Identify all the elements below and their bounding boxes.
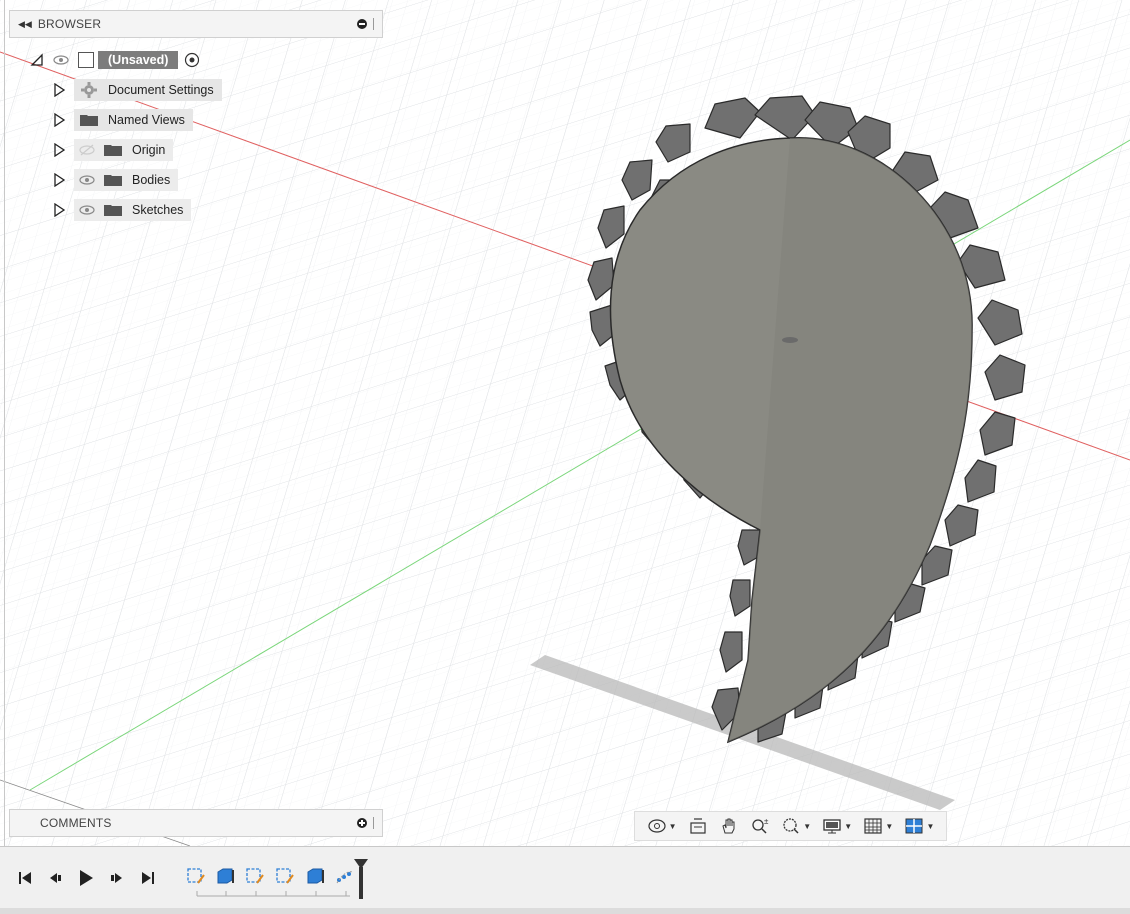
status-strip xyxy=(0,908,1130,914)
named-views-pill[interactable]: Named Views xyxy=(74,109,193,131)
origin-pill[interactable]: Origin xyxy=(74,139,174,161)
named-views-label: Named Views xyxy=(108,113,185,127)
fit-tool[interactable]: ▼ xyxy=(781,817,811,835)
expand-triangle-icon[interactable] xyxy=(52,203,66,217)
expand-triangle-icon[interactable] xyxy=(52,143,66,157)
orbit-icon xyxy=(647,819,666,833)
browser-item-document-settings[interactable]: Document Settings xyxy=(52,79,222,101)
browser-item-named-views[interactable]: Named Views xyxy=(52,109,193,131)
timeline-rail xyxy=(196,891,350,897)
collapse-double-chevron-icon[interactable]: ◀◀ xyxy=(18,19,32,30)
hidden-eye-icon[interactable] xyxy=(78,144,96,156)
extrude-feature-icon[interactable] xyxy=(305,866,325,886)
chevron-down-icon[interactable]: ▼ xyxy=(844,822,852,831)
timeline-panel xyxy=(0,846,1130,909)
browser-item-bodies[interactable]: Bodies xyxy=(52,169,179,191)
grid-settings-tool[interactable]: ▼ xyxy=(863,817,893,835)
folder-icon xyxy=(102,143,124,157)
origin-label: Origin xyxy=(132,143,166,157)
fit-icon xyxy=(783,818,799,834)
viewports-icon xyxy=(905,818,923,834)
sketches-pill[interactable]: Sketches xyxy=(74,199,192,221)
go-to-start-button[interactable] xyxy=(16,869,34,887)
sketch-feature-icon[interactable] xyxy=(186,866,206,886)
document-settings-pill[interactable]: Document Settings xyxy=(74,79,222,101)
chevron-down-icon[interactable]: ▼ xyxy=(669,822,677,831)
grid-settings-icon xyxy=(864,818,882,834)
pan-icon[interactable] xyxy=(719,817,739,835)
svg-text:±: ± xyxy=(764,817,769,826)
chevron-down-icon[interactable]: ▼ xyxy=(803,822,811,831)
browser-panel-header[interactable]: ◀◀ BROWSER xyxy=(9,10,383,38)
play-icon xyxy=(80,870,93,886)
component-icon xyxy=(78,52,94,68)
chevron-down-icon[interactable]: ▼ xyxy=(926,822,934,831)
comments-title: COMMENTS xyxy=(40,816,112,830)
go-to-start-icon xyxy=(19,872,31,884)
comments-panel-header[interactable]: COMMENTS xyxy=(9,809,383,837)
browser-root-row[interactable]: (Unsaved) xyxy=(30,49,200,71)
display-settings-icon xyxy=(823,819,841,834)
look-at-icon[interactable] xyxy=(688,817,708,835)
folder-icon xyxy=(102,203,124,217)
expand-triangle-icon[interactable] xyxy=(52,83,66,97)
sketch-feature-icon[interactable] xyxy=(275,866,295,886)
gear-icon xyxy=(78,82,100,98)
add-comment-icon[interactable] xyxy=(357,818,367,828)
extrude-feature-icon[interactable] xyxy=(215,866,235,886)
step-forward-icon xyxy=(111,873,122,883)
folder-icon xyxy=(102,173,124,187)
browser-item-sketches[interactable]: Sketches xyxy=(52,199,192,221)
go-to-end-button[interactable] xyxy=(139,869,157,887)
step-back-button[interactable] xyxy=(46,869,64,887)
visibility-eye-icon[interactable] xyxy=(78,204,96,216)
orbit-tool[interactable]: ▼ xyxy=(647,817,677,835)
step-back-icon xyxy=(50,873,61,883)
sketches-label: Sketches xyxy=(132,203,184,217)
bodies-pill[interactable]: Bodies xyxy=(74,169,179,191)
browser-title: BROWSER xyxy=(37,17,102,31)
visibility-eye-icon[interactable] xyxy=(78,174,96,186)
browser-item-origin[interactable]: Origin xyxy=(52,139,174,161)
chevron-down-icon[interactable]: ▼ xyxy=(885,822,893,831)
expand-triangle-icon[interactable] xyxy=(52,173,66,187)
display-settings-tool[interactable]: ▼ xyxy=(822,817,852,835)
panel-grip-icon[interactable] xyxy=(373,18,376,30)
visibility-eye-icon[interactable] xyxy=(52,54,70,66)
folder-icon xyxy=(78,113,100,127)
go-to-end-icon xyxy=(142,872,154,884)
play-button[interactable] xyxy=(77,869,95,887)
origin-point xyxy=(782,337,798,343)
sketch-feature-icon[interactable] xyxy=(245,866,265,886)
step-forward-button[interactable] xyxy=(108,869,126,887)
viewport-left-edge xyxy=(4,0,5,846)
zoom-icon[interactable]: ± xyxy=(750,817,770,835)
navigation-toolbar: ▼ ± ▼ ▼ ▼ ▼ xyxy=(634,811,947,841)
activate-radio-icon[interactable] xyxy=(184,52,200,68)
panel-grip-icon[interactable] xyxy=(373,817,376,829)
bodies-label: Bodies xyxy=(132,173,171,187)
root-component-label[interactable]: (Unsaved) xyxy=(98,51,179,69)
document-settings-label: Document Settings xyxy=(108,83,214,97)
expand-triangle-icon[interactable] xyxy=(52,113,66,127)
minimize-panel-icon[interactable] xyxy=(357,19,367,29)
expanded-triangle-icon[interactable] xyxy=(30,53,44,67)
viewports-tool[interactable]: ▼ xyxy=(904,817,934,835)
